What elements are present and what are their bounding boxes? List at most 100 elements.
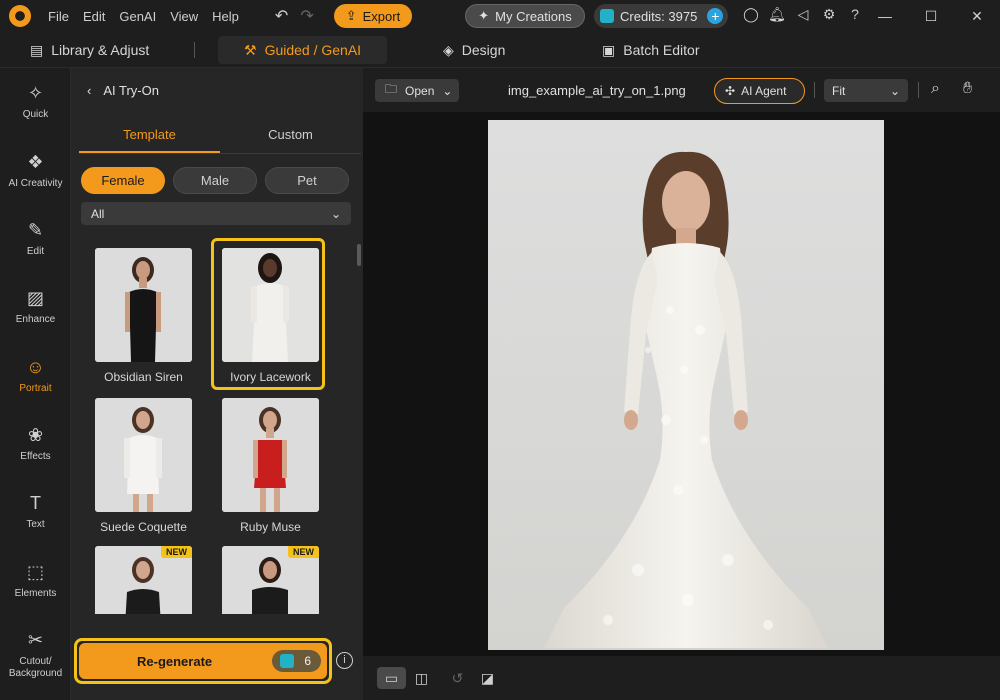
template-tabs: Template Custom bbox=[79, 120, 361, 154]
export-icon: ⇪ bbox=[345, 8, 357, 23]
megaphone-icon[interactable]: ◁ bbox=[790, 6, 816, 23]
menu-edit[interactable]: Edit bbox=[83, 9, 105, 24]
credit-gem-icon bbox=[280, 654, 295, 668]
rail-item-effects[interactable]: ❀ Effects bbox=[0, 424, 71, 463]
image-icon: ▣ bbox=[602, 41, 616, 58]
rail-item-edit[interactable]: ✎ Edit bbox=[0, 219, 71, 258]
menu-bar: File Edit GenAI View Help bbox=[48, 9, 253, 24]
menu-view[interactable]: View bbox=[170, 9, 198, 24]
new-badge: NEW bbox=[288, 546, 319, 558]
effects-icon: ❀ bbox=[27, 425, 44, 445]
cutout-icon: ✂ bbox=[27, 630, 44, 650]
open-button[interactable]: 🗀 Open ⌄ bbox=[375, 79, 459, 102]
segment-pet[interactable]: Pet bbox=[265, 167, 349, 194]
library-icon: ▤ bbox=[30, 41, 44, 58]
rail-item-portrait[interactable]: ☺ Portrait bbox=[0, 356, 71, 395]
credit-gem-icon bbox=[600, 9, 614, 23]
chevron-down-icon: ⌄ bbox=[442, 83, 453, 98]
segment-male[interactable]: Male bbox=[173, 167, 257, 194]
new-badge: NEW bbox=[161, 546, 192, 558]
tab-template[interactable]: Template bbox=[79, 120, 220, 153]
rail-item-enhance[interactable]: ▨ Enhance bbox=[0, 287, 71, 326]
panel-header: ‹ AI Try-On bbox=[71, 68, 363, 112]
edit-icon: ✎ bbox=[27, 220, 44, 240]
tab-design[interactable]: ◈ Design bbox=[443, 36, 505, 64]
rail-item-ai-creativity[interactable]: ❖ AI Creativity bbox=[0, 151, 71, 190]
account-icon[interactable]: ◯ bbox=[738, 6, 764, 23]
redo-icon[interactable]: ↷ bbox=[300, 6, 313, 26]
ai-agent-icon: ✣ bbox=[725, 84, 736, 98]
template-thumbnail bbox=[95, 248, 192, 362]
single-view-icon[interactable]: ▭ bbox=[377, 667, 406, 689]
app-logo-icon bbox=[9, 5, 31, 27]
notification-bell-icon[interactable]: 🔔︎ bbox=[764, 6, 790, 23]
rail-item-elements[interactable]: ⬚ Elements bbox=[0, 561, 71, 600]
divider bbox=[194, 42, 195, 58]
text-icon: T bbox=[30, 493, 41, 513]
magic-wand-icon: ✧ bbox=[27, 83, 44, 103]
template-thumbnail: NEW bbox=[222, 546, 319, 614]
minimize-icon[interactable]: — bbox=[862, 0, 908, 32]
view-toolbar: ▭ ◫ ↺ ◪ bbox=[363, 656, 1000, 700]
panel-title: AI Try-On bbox=[103, 82, 159, 98]
regenerate-highlight: Re-generate 6 bbox=[74, 638, 332, 684]
compare-original-icon[interactable]: ◪ bbox=[473, 667, 502, 689]
ai-agent-button[interactable]: ✣ AI Agent bbox=[714, 78, 805, 104]
maximize-icon[interactable]: ☐ bbox=[908, 0, 954, 32]
elements-icon: ⬚ bbox=[26, 562, 44, 582]
file-name: img_example_ai_try_on_1.png bbox=[508, 83, 686, 98]
ai-creativity-icon: ❖ bbox=[27, 152, 44, 172]
chevron-down-icon: ⌄ bbox=[889, 83, 900, 98]
export-button[interactable]: ⇪ Export bbox=[333, 4, 413, 28]
rail-item-cutout-background[interactable]: ✂ Cutout/ Background bbox=[0, 629, 71, 680]
enhance-icon: ▨ bbox=[26, 288, 44, 308]
tab-library-adjust[interactable]: ▤ Library & Adjust bbox=[30, 36, 149, 64]
chevron-down-icon: ⌄ bbox=[330, 206, 341, 221]
canvas-toolbar: 🗀 Open ⌄ img_example_ai_try_on_1.png ✣ A… bbox=[363, 68, 1000, 112]
rail-item-text[interactable]: T Text bbox=[0, 492, 71, 531]
settings-gear-icon[interactable]: ⚙ bbox=[816, 6, 842, 23]
info-icon[interactable]: i bbox=[336, 652, 353, 669]
mode-bar: ▤ Library & Adjust ⚒ Guided / GenAI ◈ De… bbox=[0, 32, 1000, 68]
tab-batch-editor[interactable]: ▣ Batch Editor bbox=[602, 36, 700, 64]
zoom-search-icon[interactable]: ⌕ bbox=[931, 80, 940, 98]
layers-icon: ◈ bbox=[443, 41, 454, 58]
sparkle-icon: ✦ bbox=[478, 8, 490, 23]
menu-genai[interactable]: GenAI bbox=[119, 9, 156, 24]
regenerate-button[interactable]: Re-generate 6 bbox=[79, 643, 327, 679]
ai-try-on-panel: ‹ AI Try-On Template Custom Female Male … bbox=[71, 68, 363, 700]
template-thumbnail bbox=[222, 248, 319, 362]
menu-help[interactable]: Help bbox=[212, 9, 239, 24]
credit-cost-badge: 6 bbox=[272, 650, 321, 672]
history-icon[interactable]: ↺ bbox=[443, 667, 472, 689]
hand-pan-icon[interactable]: ✋︎ bbox=[963, 80, 972, 98]
template-thumbnail bbox=[95, 398, 192, 512]
undo-icon[interactable]: ↶ bbox=[275, 6, 288, 26]
add-credits-icon[interactable]: + bbox=[707, 8, 724, 24]
menu-file[interactable]: File bbox=[48, 9, 69, 24]
segment-female[interactable]: Female bbox=[81, 167, 165, 194]
panel-scrollbar[interactable] bbox=[357, 244, 361, 266]
template-grid: Obsidian Siren Ivory Lacework Suede Coqu… bbox=[81, 238, 351, 614]
template-thumbnail: NEW bbox=[95, 546, 192, 614]
rail-item-quick[interactable]: ✧ Quick bbox=[0, 82, 71, 121]
preview-image bbox=[488, 120, 884, 650]
compare-view-icon[interactable]: ◫ bbox=[407, 667, 436, 689]
folder-icon: 🗀 bbox=[385, 82, 398, 96]
tool-rail: ✧ Quick ❖ AI Creativity ✎ Edit ▨ Enhance… bbox=[0, 68, 71, 700]
tab-guided-genai[interactable]: ⚒ Guided / GenAI bbox=[218, 36, 388, 64]
divider bbox=[918, 82, 919, 98]
back-chevron-icon[interactable]: ‹ bbox=[87, 83, 91, 98]
canvas-area bbox=[363, 112, 1000, 656]
close-icon[interactable]: ✕ bbox=[954, 0, 1000, 32]
wand-icon: ⚒ bbox=[244, 41, 257, 58]
gender-segment: Female Male Pet bbox=[81, 167, 349, 194]
zoom-select[interactable]: Fit ⌄ bbox=[824, 79, 908, 102]
category-select[interactable]: All ⌄ bbox=[81, 202, 351, 225]
divider bbox=[814, 82, 815, 98]
template-thumbnail bbox=[222, 398, 319, 512]
tab-custom[interactable]: Custom bbox=[220, 120, 361, 153]
portrait-icon: ☺ bbox=[26, 357, 45, 377]
credits-badge[interactable]: Credits: 3975 + bbox=[594, 4, 728, 28]
my-creations-button[interactable]: ✦ My Creations bbox=[465, 4, 585, 28]
